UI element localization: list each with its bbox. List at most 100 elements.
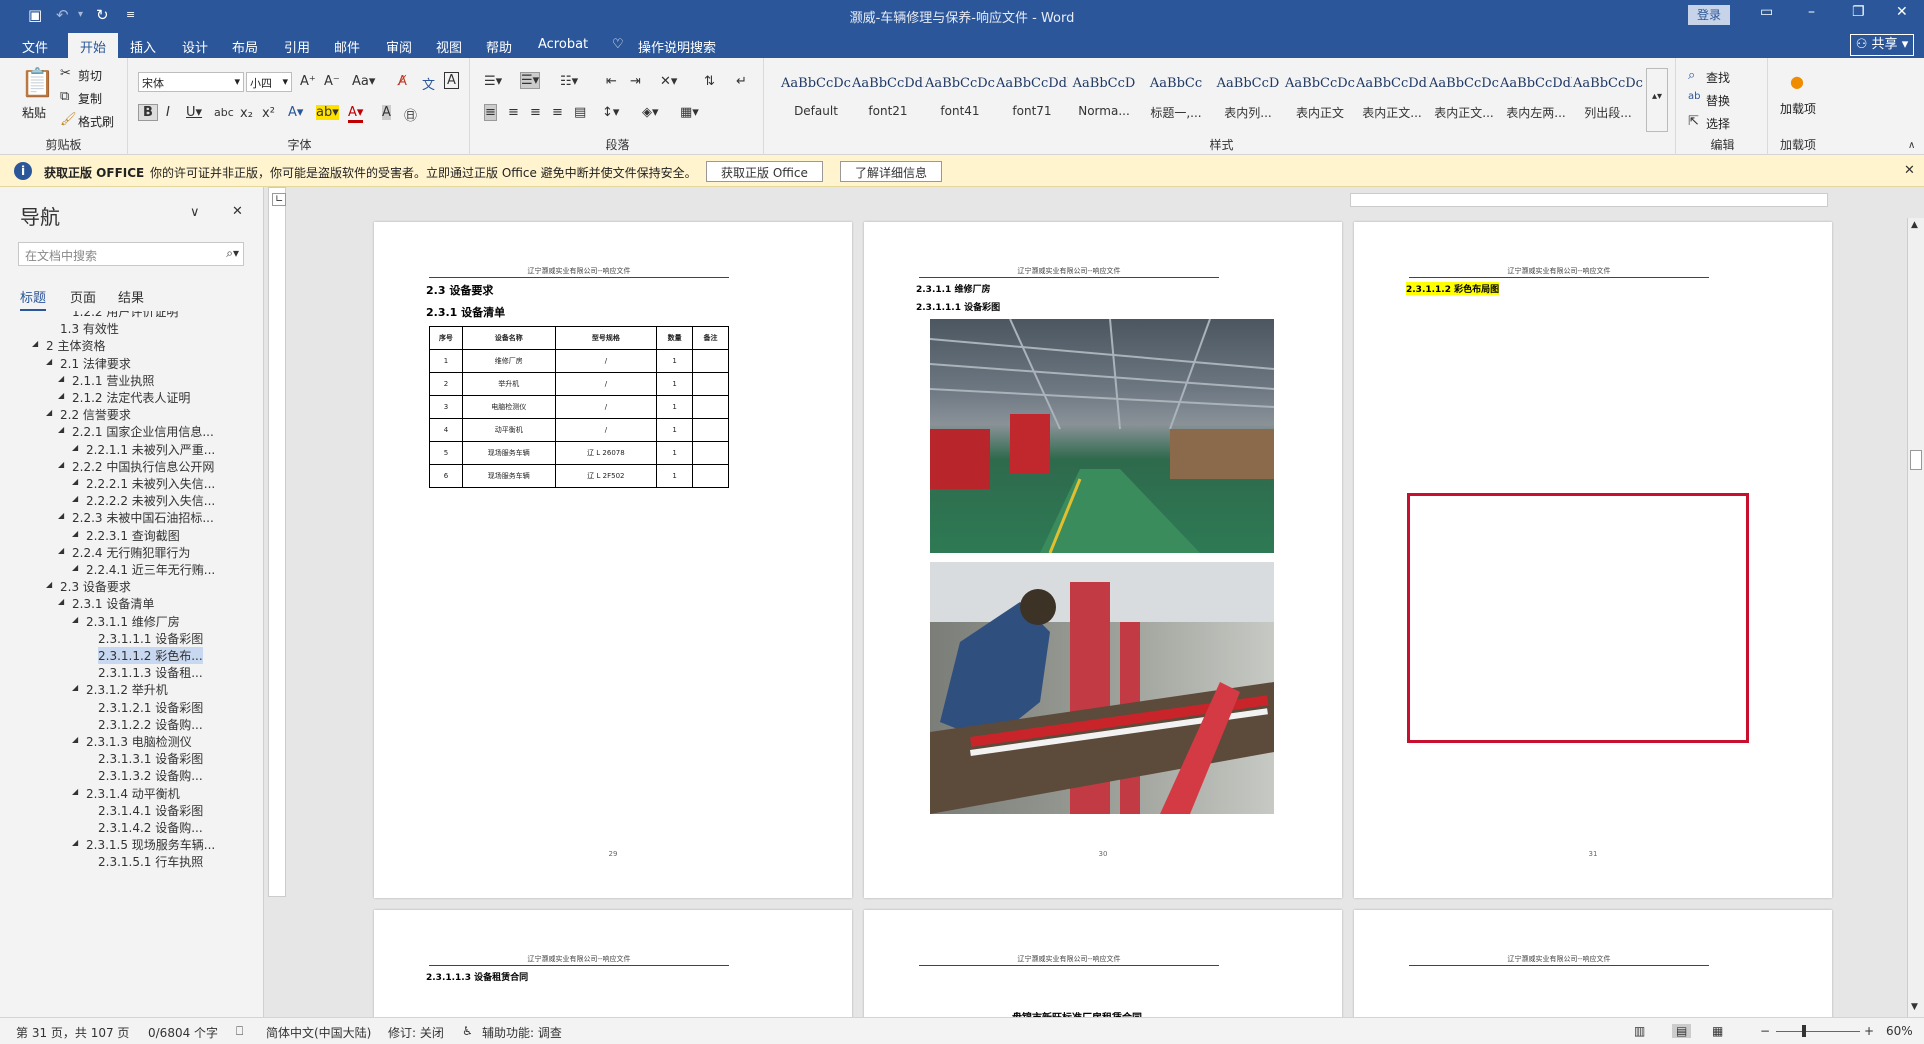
web-layout-icon[interactable]: ▦ [1712, 1024, 1723, 1038]
addins-button[interactable]: 加载项 [1776, 102, 1820, 117]
tab-review[interactable]: 审阅 [386, 37, 412, 56]
collapse-arrow-icon[interactable]: ◢ [58, 460, 64, 469]
borders-icon[interactable]: ▦▾ [680, 105, 699, 120]
font-color-icon[interactable]: A▾ [348, 105, 364, 123]
italic-icon[interactable]: I [166, 105, 170, 120]
proofing-icon[interactable]: ⎕ [236, 1024, 243, 1039]
find-icon[interactable]: ⌕ [1688, 68, 1695, 83]
nav-item[interactable]: 2.2.3 未被中国石油招标... [72, 509, 214, 526]
format-painter-button[interactable]: 格式刷 [78, 113, 114, 130]
clear-format-icon[interactable]: A̸ [398, 74, 407, 89]
word-count[interactable]: 0/6804 个字 [148, 1024, 218, 1041]
nav-tab-results[interactable]: 结果 [118, 287, 144, 306]
nav-item[interactable]: 2.3.1.3 电脑检测仪 [86, 733, 192, 750]
collapse-arrow-icon[interactable]: ◢ [72, 494, 78, 503]
char-shading-icon[interactable]: A [382, 105, 391, 120]
numbering-icon[interactable]: ☰▾ [520, 72, 541, 89]
nav-item[interactable]: 2 主体资格 [46, 337, 105, 354]
nav-item[interactable]: 2.3.1 设备清单 [72, 595, 154, 612]
style-4[interactable]: AaBbCcD Norma... [1068, 72, 1140, 128]
read-mode-icon[interactable]: ▥ [1634, 1024, 1645, 1038]
sort-icon[interactable]: ⇅ [704, 74, 715, 89]
decrease-indent-icon[interactable]: ⇤ [606, 74, 617, 89]
zoom-level[interactable]: 60% [1886, 1024, 1913, 1038]
close-infobar-icon[interactable]: ✕ [1904, 163, 1915, 178]
copy-button[interactable]: 复制 [78, 90, 102, 107]
bold-icon[interactable]: B [138, 104, 158, 121]
nav-item[interactable]: 2.3.1.2 举升机 [86, 681, 168, 698]
restore-icon[interactable]: ❐ [1852, 4, 1865, 20]
language[interactable]: 简体中文(中国大陆) [266, 1024, 371, 1041]
enclose-char-icon[interactable]: ㊐ [404, 105, 417, 124]
collapse-arrow-icon[interactable]: ◢ [58, 546, 64, 555]
shading-icon[interactable]: ◈▾ [642, 105, 659, 120]
collapse-arrow-icon[interactable]: ◢ [72, 683, 78, 692]
grow-font-icon[interactable]: A⁺ [300, 74, 316, 89]
scroll-down-icon[interactable]: ▼ [1911, 1002, 1918, 1012]
nav-search-input[interactable]: 在文档中搜索 ⌕▾ [18, 242, 244, 266]
style-8[interactable]: AaBbCcDdI 表内正文... [1356, 72, 1428, 128]
multilevel-list-icon[interactable]: ☷▾ [560, 74, 578, 89]
collapse-arrow-icon[interactable]: ◢ [72, 735, 78, 744]
select-button[interactable]: 选择 [1706, 115, 1730, 132]
cut-button[interactable]: 剪切 [78, 67, 102, 84]
collapse-arrow-icon[interactable]: ◢ [72, 787, 78, 796]
nav-item[interactable]: 2.1.2 法定代表人证明 [72, 389, 190, 406]
highlight-icon[interactable]: ab▾ [316, 105, 339, 120]
nav-item[interactable]: 2.2.2.2 未被列入失信... [86, 492, 215, 509]
nav-item[interactable]: 2.3.1.4.1 设备彩图 [98, 802, 203, 819]
chinese-layout-icon[interactable]: ✕▾ [660, 74, 677, 89]
tab-view[interactable]: 视图 [436, 37, 462, 56]
cut-icon[interactable]: ✂ [60, 66, 71, 81]
empty-picture-frame[interactable] [1407, 493, 1749, 743]
select-icon[interactable]: ⇱ [1688, 114, 1699, 129]
nav-item[interactable]: 2.3.1.4.2 设备购... [98, 819, 203, 836]
phonetic-guide-icon[interactable]: 文 [422, 74, 435, 93]
nav-item[interactable]: 2.2.2.1 未被列入失信... [86, 475, 215, 492]
tab-design[interactable]: 设计 [182, 37, 208, 56]
char-border-icon[interactable]: A [444, 72, 459, 89]
close-window-icon[interactable]: ✕ [1896, 4, 1908, 20]
paste-button[interactable]: 粘贴 [22, 104, 46, 121]
nav-item[interactable]: 2.3.1.5 现场服务车辆... [86, 836, 215, 853]
collapse-arrow-icon[interactable]: ◢ [72, 443, 78, 452]
collapse-arrow-icon[interactable]: ◢ [58, 425, 64, 434]
nav-item[interactable]: 2.2.4.1 近三年无行贿... [86, 561, 215, 578]
nav-item[interactable]: 2.3.1.1 维修厂房 [86, 613, 180, 630]
tab-insert[interactable]: 插入 [130, 37, 156, 56]
show-marks-icon[interactable]: ↵ [736, 74, 747, 89]
style-2[interactable]: AaBbCcDc font41 [924, 72, 996, 128]
share-button[interactable]: ⚇ 共享 ▾ [1850, 34, 1914, 56]
replace-icon[interactable]: ab [1688, 91, 1700, 102]
close-nav-icon[interactable]: ✕ [232, 204, 243, 219]
justify-icon[interactable]: ≡ [552, 105, 563, 120]
replace-button[interactable]: 替换 [1706, 92, 1730, 109]
collapse-arrow-icon[interactable]: ◢ [72, 615, 78, 624]
nav-item[interactable]: 1.2.2 用户评价证明 [72, 311, 178, 320]
subscript-icon[interactable]: x₂ [240, 106, 253, 121]
style-3[interactable]: AaBbCcDdEe font71 [996, 72, 1068, 128]
minimize-icon[interactable]: – [1808, 4, 1815, 20]
style-1[interactable]: AaBbCcDdE font21 [852, 72, 924, 128]
collapse-arrow-icon[interactable]: ◢ [72, 477, 78, 486]
style-11[interactable]: AaBbCcDc 列出段... [1572, 72, 1644, 128]
superscript-icon[interactable]: x² [262, 106, 275, 121]
format-painter-icon[interactable]: 🖌 [60, 112, 77, 127]
nav-item[interactable]: 2.3.1.2.2 设备购... [98, 716, 203, 733]
tab-home[interactable]: 开始 [68, 33, 119, 58]
nav-item[interactable]: 2.3.1.3.1 设备彩图 [98, 750, 203, 767]
style-6[interactable]: AaBbCcD 表内列... [1212, 72, 1284, 128]
style-5[interactable]: AaBbCc 标题一,... [1140, 72, 1212, 128]
get-genuine-button[interactable]: 获取正版 Office [706, 161, 823, 182]
tab-mailings[interactable]: 邮件 [334, 37, 360, 56]
paste-icon[interactable]: 📋 [20, 66, 55, 99]
zoom-slider-thumb[interactable] [1802, 1025, 1806, 1037]
nav-item[interactable]: 2.2.1.1 未被列入严重... [86, 441, 215, 458]
nav-item[interactable]: 2.2.2 中国执行信息公开网 [72, 458, 214, 475]
collapse-arrow-icon[interactable]: ◢ [46, 408, 52, 417]
page-count[interactable]: 第 31 页，共 107 页 [16, 1024, 129, 1041]
collapse-arrow-icon[interactable]: ◢ [72, 529, 78, 538]
font-name-select[interactable]: 宋体 ▾ [138, 72, 244, 92]
tab-help[interactable]: 帮助 [486, 37, 512, 56]
collapse-arrow-icon[interactable]: ◢ [58, 391, 64, 400]
